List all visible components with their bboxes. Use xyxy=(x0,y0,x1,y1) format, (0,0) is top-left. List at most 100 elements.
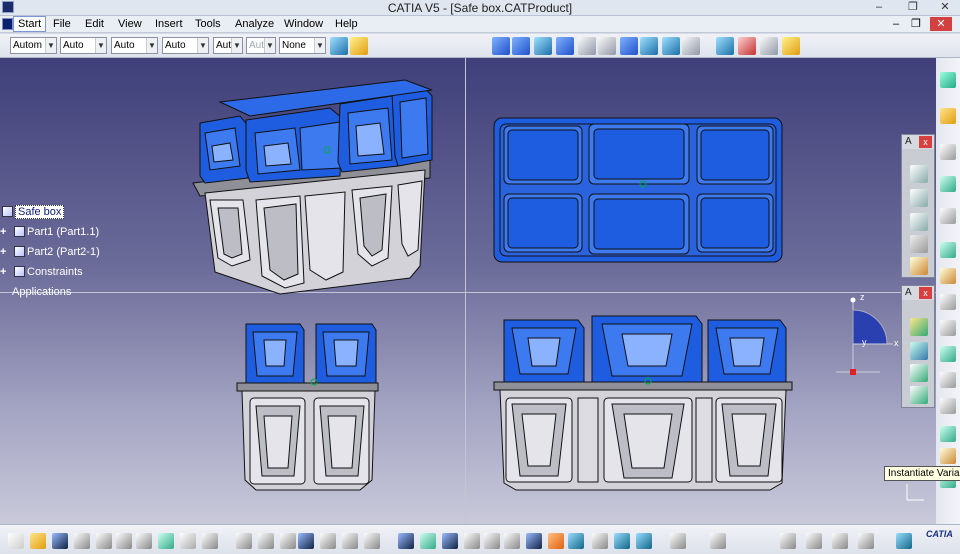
comment-icon[interactable] xyxy=(258,533,274,549)
restore-button[interactable]: ❐ xyxy=(902,0,924,14)
offset-icon[interactable] xyxy=(940,294,956,310)
tree-expand-icon[interactable]: + xyxy=(0,266,6,278)
coincidence-icon[interactable] xyxy=(940,372,956,388)
copy-icon[interactable] xyxy=(116,533,132,549)
weld-icon[interactable] xyxy=(910,165,928,183)
new-component-icon[interactable] xyxy=(512,37,530,55)
formula-icon[interactable] xyxy=(236,533,252,549)
fit-all-icon[interactable] xyxy=(420,533,436,549)
explode-icon[interactable] xyxy=(760,37,778,55)
snap-icon[interactable] xyxy=(738,37,756,55)
reuse-pattern-icon[interactable] xyxy=(940,398,956,414)
color-dropdown[interactable]: Autom ▼ xyxy=(10,37,57,54)
paste-icon[interactable] xyxy=(136,533,152,549)
clash-icon[interactable] xyxy=(806,533,822,549)
transparency-dropdown[interactable]: Auto ▼ xyxy=(60,37,107,54)
manipulation-icon[interactable] xyxy=(716,37,734,55)
constraint-icon[interactable] xyxy=(940,176,956,192)
menu-tools[interactable]: Tools xyxy=(195,18,221,30)
multi-instantiation-icon[interactable] xyxy=(662,37,680,55)
format-painter-icon[interactable] xyxy=(330,37,348,55)
existing-component-icon[interactable] xyxy=(534,37,552,55)
point-symbol-dropdown[interactable]: Aut ▼ xyxy=(213,37,243,54)
multi-view-icon[interactable] xyxy=(548,533,564,549)
menu-file[interactable]: File xyxy=(53,18,71,30)
zoom-in-icon[interactable] xyxy=(484,533,500,549)
iso-view-icon[interactable] xyxy=(568,533,584,549)
section-icon[interactable] xyxy=(832,533,848,549)
macro-icon[interactable] xyxy=(364,533,380,549)
graph-tree-icon[interactable] xyxy=(578,37,596,55)
flexible-icon[interactable] xyxy=(940,426,956,442)
print-icon[interactable] xyxy=(74,533,90,549)
menu-analyze[interactable]: Analyze xyxy=(235,18,274,30)
reuse-icon[interactable] xyxy=(910,318,928,336)
scenes-icon[interactable] xyxy=(910,386,928,404)
redo-icon[interactable] xyxy=(180,533,196,549)
pan-icon[interactable] xyxy=(442,533,458,549)
tree-item-part2[interactable]: Part2 (Part2-1) xyxy=(14,246,100,258)
panel-close-button[interactable]: x xyxy=(919,136,932,148)
menu-edit[interactable]: Edit xyxy=(85,18,104,30)
hide-show-icon[interactable] xyxy=(636,533,652,549)
sectioning-icon[interactable] xyxy=(910,342,928,360)
generate-numbering-icon[interactable] xyxy=(598,37,616,55)
tree-item-part1[interactable]: Part1 (Part1.1) xyxy=(14,226,99,238)
undo-icon[interactable] xyxy=(158,533,174,549)
3d-viewport[interactable]: z x y Safe box + Part1 (Part1.1) + Part2… xyxy=(0,58,936,524)
cut-icon[interactable] xyxy=(96,533,112,549)
design-table-icon[interactable] xyxy=(342,533,358,549)
shading-icon[interactable] xyxy=(614,533,630,549)
sketch-icon[interactable] xyxy=(910,235,928,253)
line-thickness-dropdown[interactable]: Auto ▼ xyxy=(111,37,158,54)
fly-mode-icon[interactable] xyxy=(398,533,414,549)
manage-representations-icon[interactable] xyxy=(640,37,658,55)
measure-icon[interactable] xyxy=(780,533,796,549)
new-icon[interactable] xyxy=(8,533,24,549)
tree-item-constraints[interactable]: Constraints xyxy=(14,266,83,278)
move-icon[interactable] xyxy=(940,268,956,284)
contact-icon[interactable] xyxy=(940,346,956,362)
angle-icon[interactable] xyxy=(940,320,956,336)
doc-minimize-button[interactable]: – xyxy=(888,17,904,31)
workbench-icon[interactable] xyxy=(940,72,956,88)
render-style-dropdown[interactable]: None ▼ xyxy=(279,37,326,54)
analysis-icon[interactable] xyxy=(710,533,726,549)
whats-this-icon[interactable] xyxy=(202,533,218,549)
replace-component-icon[interactable] xyxy=(556,37,574,55)
properties-icon[interactable] xyxy=(350,37,368,55)
normal-view-icon[interactable] xyxy=(526,533,542,549)
fast-multi-instantiation-icon[interactable] xyxy=(682,37,700,55)
tree-expand-icon[interactable]: + xyxy=(0,226,6,238)
minimize-button[interactable]: – xyxy=(868,0,890,14)
bill-of-material-icon[interactable] xyxy=(910,364,928,382)
doc-restore-button[interactable]: ❐ xyxy=(908,17,924,31)
flag-note-icon[interactable] xyxy=(910,213,928,231)
tree-root-safe-box[interactable]: Safe box xyxy=(2,205,65,219)
menu-help[interactable]: Help xyxy=(335,18,358,30)
selective-load-icon[interactable] xyxy=(620,37,638,55)
doc-close-button[interactable]: ✕ xyxy=(930,17,952,31)
menu-start[interactable]: Start xyxy=(13,16,47,32)
zoom-out-icon[interactable] xyxy=(504,533,520,549)
capture-icon[interactable] xyxy=(670,533,686,549)
tools-icon[interactable] xyxy=(896,533,912,549)
stop-manipulate-icon[interactable] xyxy=(782,37,800,55)
select-icon[interactable] xyxy=(940,108,956,124)
menu-view[interactable]: View xyxy=(118,18,142,30)
close-button[interactable]: ✕ xyxy=(934,0,956,14)
tree-item-applications[interactable]: Applications xyxy=(12,286,71,298)
product-knowledge-icon[interactable] xyxy=(320,533,336,549)
document-icon[interactable] xyxy=(2,18,13,30)
linetype-dropdown[interactable]: Auto ▼ xyxy=(162,37,209,54)
view-mode-icon[interactable] xyxy=(592,533,608,549)
save-icon[interactable] xyxy=(52,533,68,549)
distance-icon[interactable] xyxy=(858,533,874,549)
sketch-icon[interactable] xyxy=(280,533,296,549)
panel-close-button[interactable]: x xyxy=(919,287,932,299)
product-icon[interactable] xyxy=(492,37,510,55)
table-icon[interactable] xyxy=(298,533,314,549)
update-icon[interactable] xyxy=(940,242,956,258)
layer-dropdown[interactable]: Aut ▼ xyxy=(246,37,276,54)
menu-window[interactable]: Window xyxy=(284,18,323,30)
